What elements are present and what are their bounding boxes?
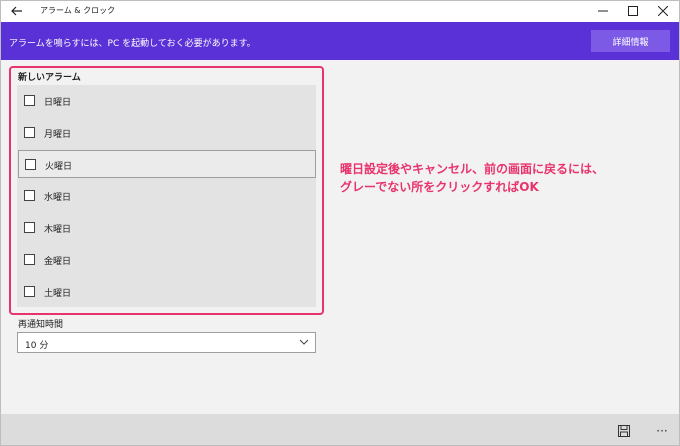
details-button[interactable]: 詳細情報 bbox=[591, 30, 670, 52]
info-banner: アラームを鳴らすには、PC を起動しておく必要があります。 詳細情報 bbox=[0, 22, 680, 60]
day-label: 木曜日 bbox=[44, 225, 72, 235]
alarm-name: 新しいアラーム bbox=[18, 73, 81, 83]
minimize-button[interactable] bbox=[588, 0, 618, 22]
more-options-button[interactable]: ··· bbox=[650, 422, 674, 440]
snooze-value: 10 分 bbox=[25, 341, 49, 351]
day-option-friday[interactable]: 金曜日 bbox=[18, 246, 316, 274]
checkbox[interactable] bbox=[24, 127, 35, 138]
arrow-left-icon bbox=[11, 6, 22, 16]
day-label: 土曜日 bbox=[44, 289, 72, 299]
day-label: 水曜日 bbox=[44, 193, 72, 203]
snooze-label: 再通知時間 bbox=[18, 320, 64, 330]
app-title: アラーム & クロック bbox=[40, 6, 116, 15]
checkbox[interactable] bbox=[24, 190, 35, 201]
day-option-thursday[interactable]: 木曜日 bbox=[18, 214, 316, 242]
banner-message: アラームを鳴らすには、PC を起動しておく必要があります。 bbox=[9, 39, 256, 49]
command-bar: ··· bbox=[0, 414, 680, 446]
checkbox[interactable] bbox=[24, 95, 35, 106]
day-option-wednesday[interactable]: 水曜日 bbox=[18, 182, 316, 210]
back-button[interactable] bbox=[6, 1, 28, 21]
day-label: 月曜日 bbox=[44, 130, 72, 140]
day-option-saturday[interactable]: 土曜日 bbox=[18, 278, 316, 306]
maximize-button[interactable] bbox=[618, 0, 648, 22]
save-button[interactable] bbox=[613, 422, 635, 440]
checkbox[interactable] bbox=[24, 286, 35, 297]
title-bar: アラーム & クロック bbox=[0, 0, 680, 22]
snooze-dropdown[interactable]: 10 分 bbox=[17, 332, 316, 353]
annotation-line-1: 曜日設定後やキャンセル、前の画面に戻るには、 bbox=[340, 162, 605, 176]
annotation-line-2: グレーでない所をクリックすればOK bbox=[340, 180, 539, 194]
day-option-monday[interactable]: 月曜日 bbox=[18, 119, 316, 147]
checkbox[interactable] bbox=[25, 159, 36, 170]
close-icon bbox=[658, 6, 668, 16]
close-button[interactable] bbox=[648, 0, 678, 22]
maximize-icon bbox=[628, 6, 638, 16]
checkbox[interactable] bbox=[24, 254, 35, 265]
day-label: 火曜日 bbox=[45, 162, 73, 172]
day-option-tuesday[interactable]: 火曜日 bbox=[18, 150, 316, 178]
chevron-down-icon bbox=[299, 339, 309, 345]
save-icon bbox=[618, 425, 630, 437]
more-icon: ··· bbox=[656, 424, 668, 438]
day-option-sunday[interactable]: 日曜日 bbox=[18, 87, 316, 115]
day-label: 金曜日 bbox=[44, 257, 72, 267]
day-label: 日曜日 bbox=[44, 98, 72, 108]
minimize-icon bbox=[598, 10, 608, 12]
checkbox[interactable] bbox=[24, 222, 35, 233]
